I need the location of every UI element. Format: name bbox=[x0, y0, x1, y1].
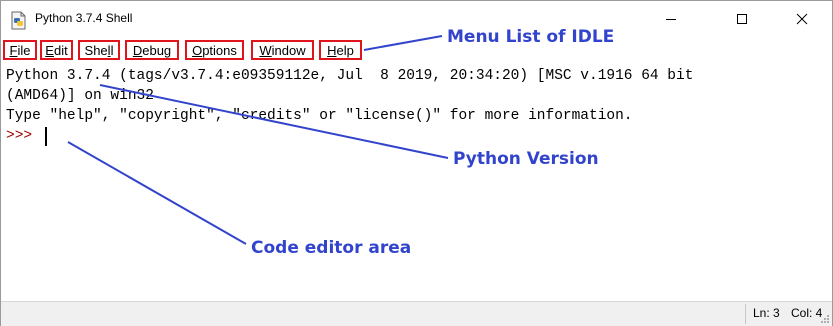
menu-bar: File Edit She l l Debug Options Window Hel… bbox=[1, 38, 832, 64]
menu-annotation: Menu List of IDLE bbox=[447, 27, 615, 47]
version-line-2: (AMD64)] on win32 bbox=[6, 88, 154, 104]
resize-grip-icon[interactable] bbox=[820, 314, 830, 324]
menu-edit[interactable]: Edit bbox=[40, 40, 73, 60]
menu-debug[interactable]: Debug bbox=[125, 40, 179, 60]
version-line-1: Python 3.7.4 (tags/v3.7.4:e09359112e, Ju… bbox=[6, 68, 694, 84]
menu-file[interactable]: File bbox=[3, 40, 37, 60]
idle-shell-window: Python 3.7.4 Shell File Edit She l l D e… bbox=[0, 0, 833, 326]
shell-prompt: >>> bbox=[6, 128, 41, 144]
close-icon bbox=[796, 13, 808, 25]
line-number: Ln: 3 bbox=[753, 306, 780, 320]
menu-shell[interactable]: She l l bbox=[78, 40, 120, 60]
window-title: Python 3.7.4 Shell bbox=[35, 11, 133, 25]
minimize-button[interactable] bbox=[648, 1, 694, 37]
menu-window[interactable]: Window bbox=[251, 40, 314, 60]
help-hint-line: Type "help", "copyright", "credits" or "… bbox=[6, 108, 633, 124]
maximize-button[interactable] bbox=[719, 1, 765, 37]
column-number: Col: 4 bbox=[791, 306, 823, 320]
version-annotation: Python Version bbox=[453, 149, 599, 169]
menu-options[interactable]: Options bbox=[185, 40, 244, 60]
minimize-icon bbox=[666, 19, 676, 20]
status-bar: Ln: 3 Col: 4 bbox=[1, 301, 832, 326]
maximize-icon bbox=[737, 14, 747, 24]
python-idle-icon bbox=[11, 11, 26, 30]
editor-annotation: Code editor area bbox=[251, 238, 412, 258]
title-bar[interactable]: Python 3.7.4 Shell bbox=[1, 1, 832, 37]
menu-help[interactable]: Help bbox=[319, 40, 362, 60]
code-editor-area[interactable]: Python 3.7.4 (tags/v3.7.4:e09359112e, Ju… bbox=[1, 64, 832, 300]
close-button[interactable] bbox=[779, 1, 825, 37]
text-cursor bbox=[45, 127, 47, 146]
status-divider bbox=[745, 304, 746, 324]
